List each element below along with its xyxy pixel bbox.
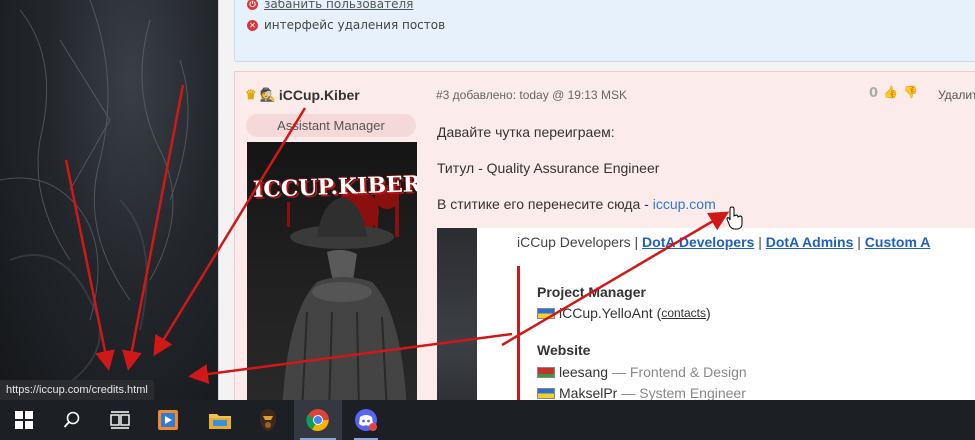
chrome-icon[interactable]: [294, 400, 342, 440]
pm-name: iCCup.YelloAnt: [559, 305, 653, 321]
ban-user-link[interactable]: забанить пользователя: [264, 0, 413, 11]
section-project-manager: Project Manager: [537, 284, 646, 300]
nav-separator: |: [853, 234, 865, 250]
vote-count: 0: [869, 86, 879, 101]
ban-user-row: ⏻ забанить пользователя: [247, 0, 413, 11]
iccup-link[interactable]: iccup.com: [653, 196, 716, 212]
start-windows-icon[interactable]: [0, 400, 48, 440]
nav-separator: |: [630, 234, 643, 250]
avatar: ICCUP.KIBER: [247, 142, 417, 412]
web-row-1: leesang — Frontend & Design: [537, 364, 747, 380]
pm-row: iCCup.YelloAnt (contacts): [537, 305, 711, 321]
nav-separator: |: [754, 234, 766, 250]
embed-nav-title: iCCup Developers: [517, 234, 631, 250]
task-view-icon[interactable]: [96, 400, 144, 440]
pm-contacts-link[interactable]: contacts: [661, 306, 706, 320]
media-player-icon[interactable]: [144, 400, 192, 440]
embedded-screenshot: iCCup Developers | DotA Developers | Dot…: [437, 228, 975, 418]
delete-posts-label[interactable]: интерфейс удаления постов: [264, 18, 445, 32]
section-website: Website: [537, 342, 591, 358]
post-line-1: Давайте чутка переиграем:: [437, 124, 615, 140]
windows-taskbar: [0, 400, 975, 440]
thumb-up-icon[interactable]: 👍: [883, 85, 898, 99]
post-line-3-text: В ститике его перенесите сюда -: [437, 196, 653, 212]
nav-link-custom[interactable]: Custom A: [865, 234, 931, 250]
power-icon: ⏻: [247, 0, 258, 10]
embed-nav: iCCup Developers | DotA Developers | Dot…: [517, 234, 930, 250]
thumb-down-icon[interactable]: 👎: [903, 85, 918, 99]
nav-link-dota-admins[interactable]: DotA Admins: [766, 234, 854, 250]
embed-dark-strip: [437, 228, 477, 418]
background-artwork: [0, 0, 220, 400]
web-row-2: MakselPr — System Engineer: [537, 385, 746, 401]
discord-icon[interactable]: [342, 400, 390, 440]
role-badge: Assistant Manager: [246, 114, 416, 137]
cross-icon: ✕: [247, 19, 258, 31]
embed-red-bar: [517, 266, 520, 418]
crown-icon: ♛: [245, 87, 257, 102]
web2-role: — System Engineer: [621, 385, 746, 401]
post-line-3: В ститике его перенесите сюда - iccup.co…: [437, 196, 716, 212]
flag-icon: [537, 366, 555, 378]
post-meta: #3 добавлено: today @ 19:13 MSK: [436, 88, 627, 102]
web1-name: leesang: [559, 364, 609, 380]
author-row: ♛ 🕵 iCCup.Kiber: [245, 87, 360, 103]
nav-link-dota-developers[interactable]: DotA Developers: [642, 234, 754, 250]
delete-posts-row: ✕ интерфейс удаления постов: [247, 18, 445, 32]
admin-actions-box: ⏻ забанить пользователя ✕ интерфейс удал…: [234, 0, 975, 62]
status-bar-url: https://iccup.com/credits.html: [0, 380, 154, 400]
spy-icon: 🕵: [259, 87, 276, 102]
game-helmet-icon[interactable]: [244, 400, 292, 440]
delete-post-link[interactable]: Удалит: [938, 88, 975, 102]
author-name[interactable]: iCCup.Kiber: [279, 87, 360, 103]
hand-cursor-icon: [726, 206, 743, 230]
ukraine-flag-icon: [537, 387, 555, 399]
search-icon[interactable]: [48, 400, 96, 440]
post-line-2: Титул - Quality Assurance Engineer: [437, 160, 660, 176]
forum-post: ♛ 🕵 iCCup.Kiber Assistant Manager ICCUP.…: [234, 71, 975, 418]
web2-name: MakselPr: [559, 385, 618, 401]
web1-role: — Frontend & Design: [612, 364, 747, 380]
file-explorer-icon[interactable]: [196, 400, 244, 440]
ukraine-flag-icon: [537, 307, 555, 319]
forum-page: ⏻ забанить пользователя ✕ интерфейс удал…: [218, 0, 975, 418]
